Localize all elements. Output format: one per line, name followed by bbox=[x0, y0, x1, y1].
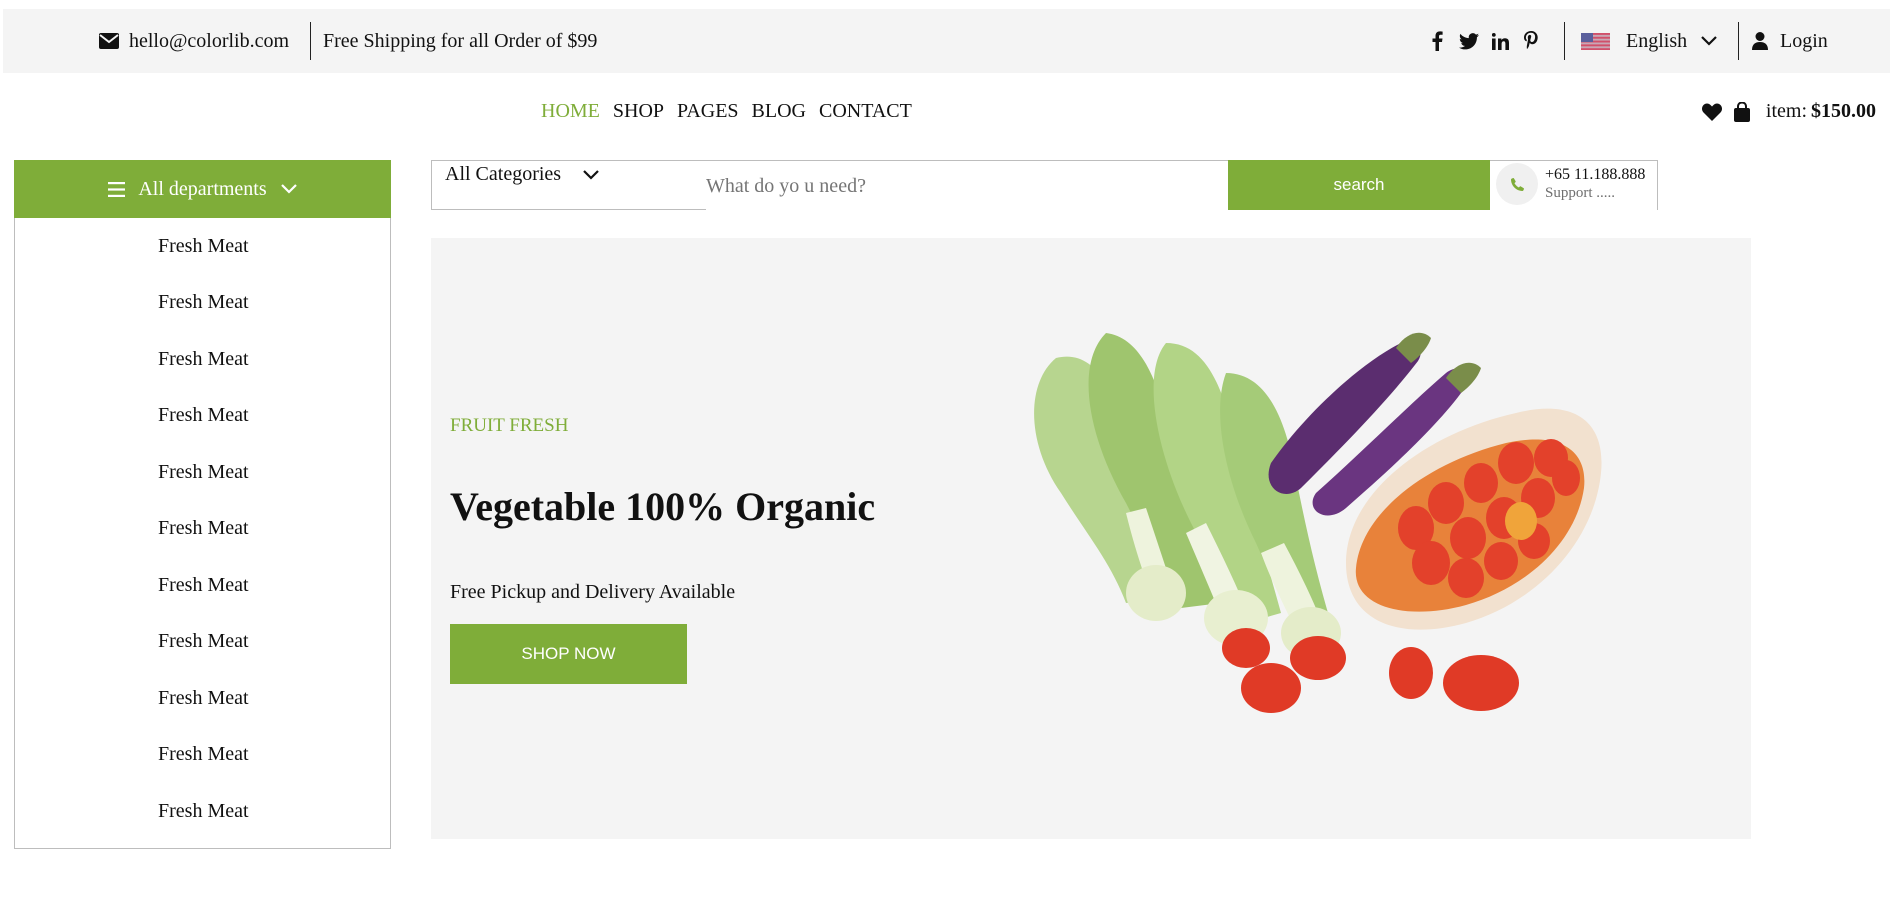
chevron-down-icon bbox=[1701, 36, 1717, 46]
phone-icon-wrapper bbox=[1496, 163, 1538, 205]
heart-icon[interactable] bbox=[1701, 103, 1722, 121]
pinterest-icon bbox=[1524, 31, 1538, 49]
shop-now-button[interactable]: SHOP NOW bbox=[450, 624, 687, 684]
language-selector[interactable]: English bbox=[1581, 9, 1717, 73]
login-label: Login bbox=[1780, 29, 1828, 52]
language-label: English bbox=[1626, 29, 1688, 52]
nav-pages[interactable]: PAGES bbox=[677, 100, 739, 123]
us-flag-icon bbox=[1581, 32, 1610, 50]
department-item[interactable]: Fresh Meat bbox=[15, 557, 390, 614]
department-item[interactable]: Fresh Meat bbox=[15, 670, 390, 727]
cart-label: item: bbox=[1765, 100, 1807, 122]
vegetables-image bbox=[1034, 332, 1602, 713]
hero-eyebrow: FRUIT FRESH bbox=[450, 415, 569, 436]
departments-title: All departments bbox=[138, 177, 267, 200]
hero-subtitle: Free Pickup and Delivery Available bbox=[450, 581, 736, 603]
departments-list: Fresh Meat Fresh Meat Fresh Meat Fresh M… bbox=[15, 218, 390, 840]
menu-icon bbox=[108, 181, 126, 197]
phone-icon bbox=[1510, 177, 1524, 191]
department-item[interactable]: Fresh Meat bbox=[15, 783, 390, 840]
department-item[interactable]: Fresh Meat bbox=[15, 218, 390, 275]
department-item[interactable]: Fresh Meat bbox=[15, 727, 390, 784]
linkedin-icon bbox=[1492, 32, 1509, 50]
category-label: All Categories bbox=[445, 163, 562, 185]
phone-number: +65 11.188.888 bbox=[1545, 166, 1646, 183]
divider bbox=[310, 22, 311, 60]
support-label: Support ..... bbox=[1545, 185, 1616, 201]
departments-toggle[interactable]: All departments bbox=[14, 160, 391, 218]
chevron-down-icon bbox=[280, 184, 297, 194]
cart-total: $150.00 bbox=[1811, 100, 1876, 122]
facebook-icon bbox=[1432, 31, 1443, 51]
nav-contact[interactable]: CONTACT bbox=[819, 100, 912, 123]
email-contact: hello@colorlib.com bbox=[99, 9, 289, 73]
envelope-icon bbox=[99, 33, 119, 49]
divider bbox=[1738, 22, 1739, 60]
search-bar: All Categories search bbox=[431, 160, 1658, 210]
linkedin-link[interactable] bbox=[1492, 9, 1509, 73]
hero-banner: FRUIT FRESH Vegetable 100% Organic Free … bbox=[431, 238, 1751, 839]
category-select[interactable]: All Categories bbox=[431, 160, 706, 210]
login-link[interactable]: Login bbox=[1752, 9, 1828, 73]
shipping-text: Free Shipping for all Order of $99 bbox=[323, 29, 598, 52]
departments-panel: All departments Fresh Meat Fresh Meat Fr… bbox=[14, 160, 391, 849]
department-item[interactable]: Fresh Meat bbox=[15, 501, 390, 558]
department-item[interactable]: Fresh Meat bbox=[15, 331, 390, 388]
nav-home[interactable]: HOME bbox=[541, 100, 600, 123]
department-item[interactable]: Fresh Meat bbox=[15, 614, 390, 671]
search-button[interactable]: search bbox=[1228, 160, 1490, 210]
shopping-bag-icon[interactable] bbox=[1733, 101, 1750, 122]
twitter-link[interactable] bbox=[1459, 9, 1479, 73]
nav-blog[interactable]: BLOG bbox=[752, 100, 806, 123]
department-item[interactable]: Fresh Meat bbox=[15, 275, 390, 332]
header-cart: item: $150.00 bbox=[1701, 100, 1876, 123]
user-icon bbox=[1752, 32, 1768, 50]
main-nav: HOME SHOP PAGES BLOG CONTACT bbox=[541, 100, 925, 123]
email-text: hello@colorlib.com bbox=[129, 29, 290, 52]
facebook-link[interactable] bbox=[1431, 9, 1443, 73]
department-item[interactable]: Fresh Meat bbox=[15, 388, 390, 445]
twitter-icon bbox=[1459, 32, 1479, 49]
chevron-down-icon bbox=[583, 170, 599, 180]
department-item[interactable]: Fresh Meat bbox=[15, 444, 390, 501]
phone-details: +65 11.188.888 Support ..... bbox=[1545, 166, 1645, 202]
pinterest-link[interactable] bbox=[1524, 9, 1538, 73]
hero-title: Vegetable 100% Organic bbox=[450, 484, 876, 529]
top-bar: hello@colorlib.com Free Shipping for all… bbox=[3, 9, 1890, 73]
divider bbox=[1564, 22, 1565, 60]
phone-support: +65 11.188.888 Support ..... bbox=[1496, 163, 1645, 205]
nav-shop[interactable]: SHOP bbox=[613, 100, 664, 123]
